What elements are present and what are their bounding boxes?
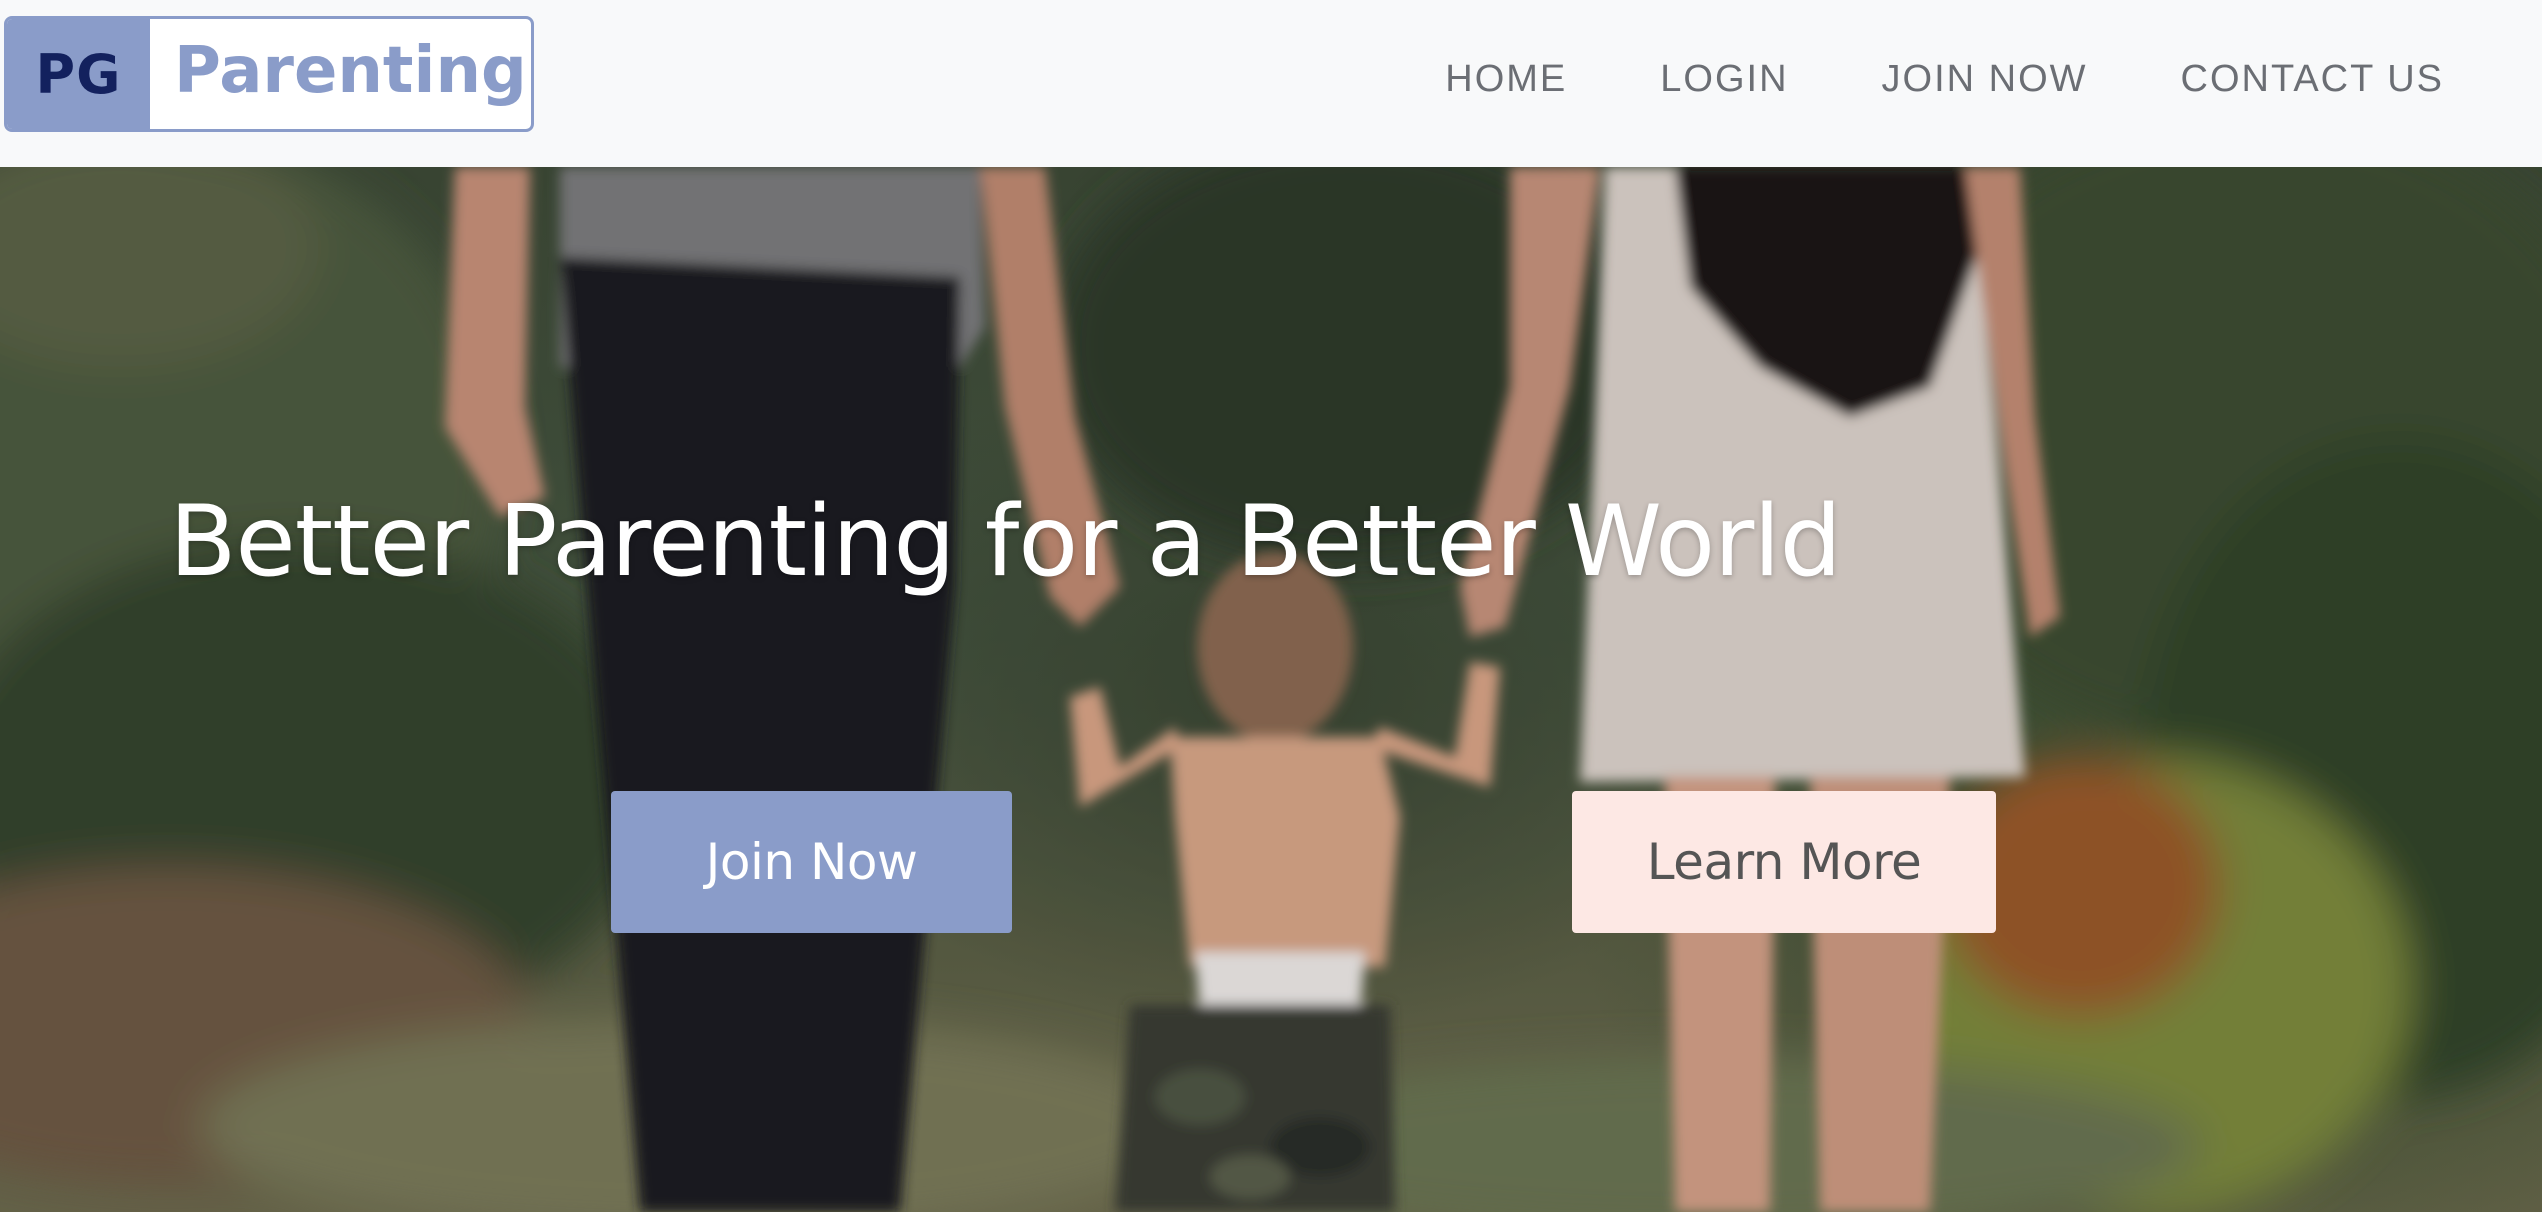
hero-overlay (0, 167, 2542, 1212)
logo-text: Parenting (174, 34, 527, 108)
nav-home-link[interactable]: HOME (1445, 58, 1567, 101)
learn-more-button[interactable]: Learn More (1572, 791, 1996, 933)
hero-section: Better Parenting for a Better World Join… (0, 167, 2542, 1212)
join-now-button[interactable]: Join Now (611, 791, 1012, 933)
nav-contact-us-link[interactable]: CONTACT US (2181, 58, 2445, 101)
hero-title: Better Parenting for a Better World (169, 485, 1842, 599)
logo-mark: PG (7, 19, 150, 129)
nav-menu: HOME LOGIN JOIN NOW CONTACT US (1352, 58, 2444, 101)
navbar: PG Parenting HOME LOGIN JOIN NOW CONTACT… (0, 0, 2542, 167)
brand-logo[interactable]: PG Parenting (4, 16, 534, 132)
nav-join-now-link[interactable]: JOIN NOW (1882, 58, 2088, 101)
nav-login-link[interactable]: LOGIN (1660, 58, 1788, 101)
